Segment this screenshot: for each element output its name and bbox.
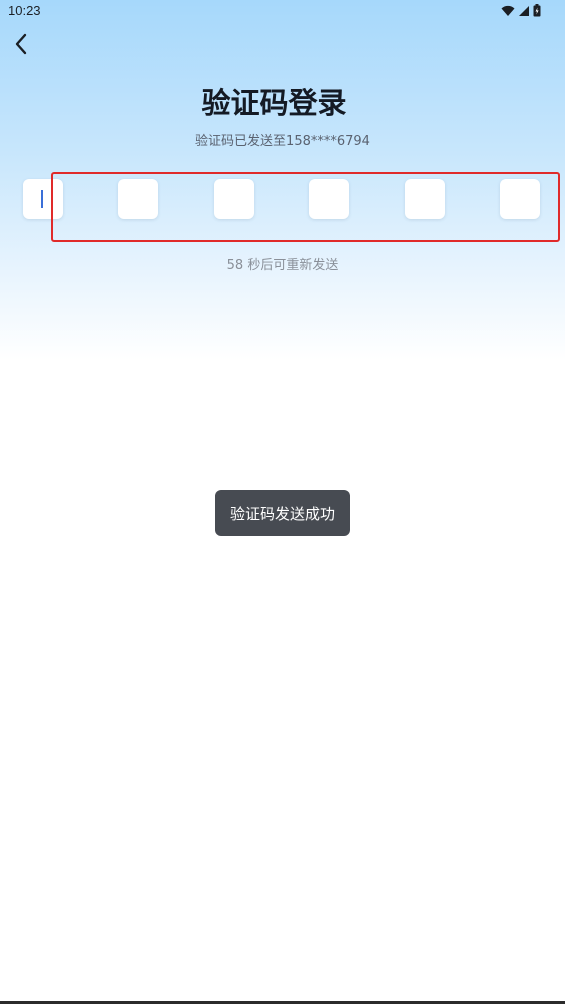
chevron-left-icon <box>15 33 27 55</box>
text-cursor <box>41 190 43 208</box>
wifi-icon <box>501 5 515 16</box>
phone-sent-subtitle: 验证码已发送至158****6794 <box>195 134 370 149</box>
back-button[interactable] <box>6 28 36 60</box>
status-time: 10:23 <box>8 3 41 18</box>
highlight-annotation <box>51 172 560 242</box>
status-bar: 10:23 <box>0 0 565 24</box>
page-title: 验证码登录 <box>201 86 347 120</box>
signal-icon <box>519 5 529 16</box>
status-icons <box>501 4 541 17</box>
resend-countdown: 58 秒后可重新发送 <box>226 258 339 273</box>
battery-icon <box>533 4 541 17</box>
toast-message: 验证码发送成功 <box>215 490 350 536</box>
